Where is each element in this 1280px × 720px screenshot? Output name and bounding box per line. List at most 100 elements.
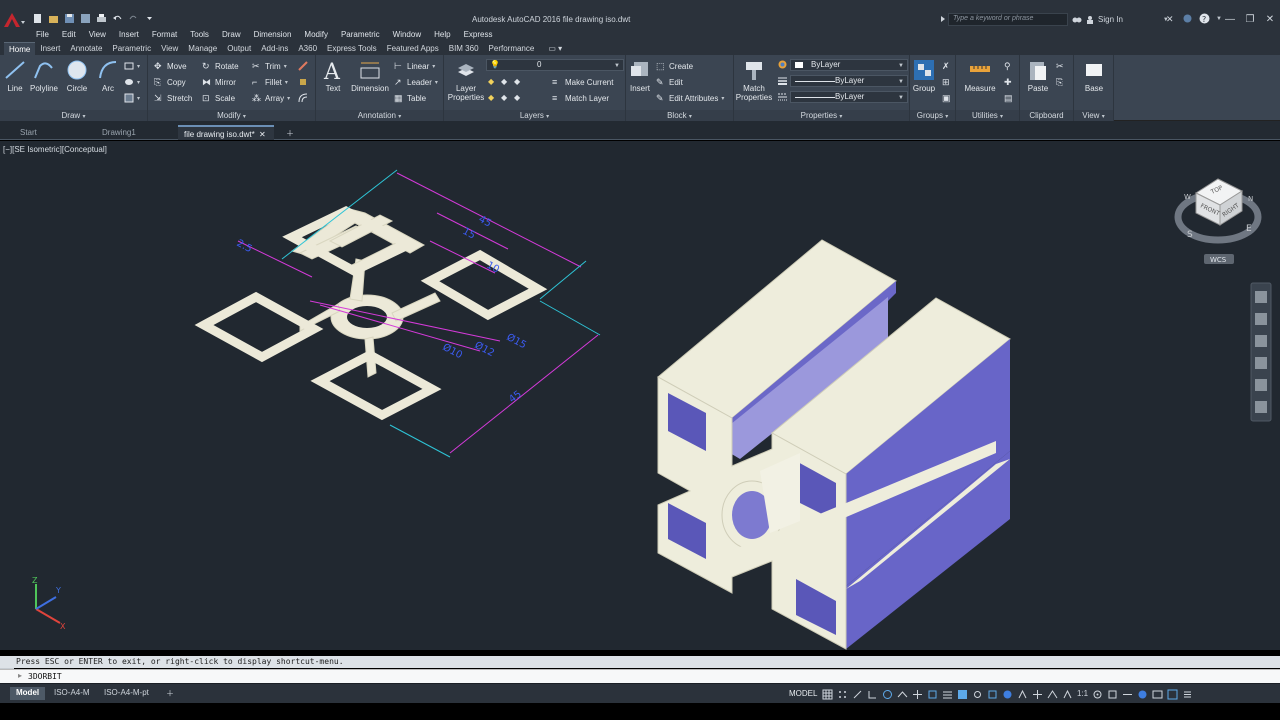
quick-select-icon[interactable]: ⚲ xyxy=(1004,59,1014,73)
color-dropdown[interactable]: ByLayer ▼ xyxy=(790,59,908,71)
ungroup-icon[interactable]: ✗ xyxy=(942,59,952,73)
annotation-panel-title[interactable]: Annotation ▾ xyxy=(316,110,443,121)
table-button[interactable]: ▦ Table xyxy=(394,91,426,105)
group-select-icon[interactable]: ▣ xyxy=(942,91,952,105)
compass-e[interactable]: E xyxy=(1246,224,1252,234)
erase-icon[interactable] xyxy=(298,59,308,73)
tab-output[interactable]: Output xyxy=(222,42,256,55)
view-panel-title[interactable]: View ▾ xyxy=(1074,110,1113,121)
menu-insert[interactable]: Insert xyxy=(119,29,139,42)
search-input[interactable]: Type a keyword or phrase xyxy=(948,13,1068,26)
help-icon[interactable]: ? xyxy=(1199,13,1210,24)
showmotion-icon[interactable] xyxy=(1255,379,1267,391)
autocad-logo-icon[interactable] xyxy=(3,12,25,28)
navbar-settings-icon[interactable] xyxy=(1255,401,1267,413)
explode-icon[interactable] xyxy=(298,75,308,89)
undo-icon[interactable] xyxy=(112,13,123,24)
tab-home[interactable]: Home xyxy=(4,42,36,55)
id-point-icon[interactable]: ✚ xyxy=(1004,75,1014,89)
clean-screen-icon[interactable] xyxy=(1167,689,1178,700)
tab-view[interactable]: View xyxy=(156,42,183,55)
annotation-autoscale-icon[interactable] xyxy=(1062,689,1073,700)
menu-tools[interactable]: Tools xyxy=(190,29,209,42)
menu-draw[interactable]: Draw xyxy=(222,29,241,42)
group-edit-icon[interactable]: ⊞ xyxy=(942,75,952,89)
exchange-apps-icon[interactable]: ✕ xyxy=(1165,13,1176,25)
zoom-icon[interactable] xyxy=(1255,335,1267,347)
base-view-button[interactable]: Base xyxy=(1074,58,1114,93)
gradient-icon[interactable]: ▾ xyxy=(124,91,140,105)
sign-in-button[interactable]: Sign In ▼ xyxy=(1086,15,1169,24)
object-snap-icon[interactable] xyxy=(927,689,938,700)
redo-icon[interactable] xyxy=(128,13,139,24)
insert-block-button[interactable]: Insert xyxy=(620,58,660,93)
modify-panel-title[interactable]: Modify ▾ xyxy=(148,110,315,121)
clipboard-panel-title[interactable]: Clipboard xyxy=(1020,110,1073,121)
tab-featured-apps[interactable]: Featured Apps xyxy=(382,42,444,55)
rotate-button[interactable]: ↻ Rotate xyxy=(202,59,239,73)
model-space-toggle[interactable]: MODEL xyxy=(789,689,817,698)
orbit-icon[interactable] xyxy=(1255,357,1267,369)
selection-cycling-icon[interactable] xyxy=(972,689,983,700)
move-button[interactable]: ✥ Move xyxy=(154,59,187,73)
new-icon[interactable] xyxy=(32,13,43,24)
annotation-visibility-icon[interactable] xyxy=(1047,689,1058,700)
tab-bim-360[interactable]: BIM 360 xyxy=(444,42,484,55)
paste-button[interactable]: Paste xyxy=(1018,58,1058,93)
minimize-icon[interactable]: — xyxy=(1220,13,1240,27)
isodraft-icon[interactable] xyxy=(897,689,908,700)
layout-tab-iso-a4-m[interactable]: ISO-A4-M xyxy=(48,687,96,700)
annotation-monitor-icon[interactable] xyxy=(1107,689,1118,700)
binoculars-icon[interactable] xyxy=(1072,14,1082,24)
ortho-icon[interactable] xyxy=(867,689,878,700)
layers-panel-title[interactable]: Layers ▾ xyxy=(444,110,625,121)
menu-edit[interactable]: Edit xyxy=(62,29,76,42)
calculator-icon[interactable]: ▤ xyxy=(1004,91,1014,105)
compass-w[interactable]: W xyxy=(1184,193,1191,201)
menu-format[interactable]: Format xyxy=(152,29,177,42)
drawing-viewport[interactable]: [−][SE Isometric][Conceptual] 45 15 10 2… xyxy=(0,141,1280,650)
tab-performance[interactable]: Performance xyxy=(484,42,540,55)
copy-button[interactable]: ⎘ Copy xyxy=(154,75,186,89)
dynamic-ucs-icon[interactable] xyxy=(1002,689,1013,700)
steeringwheel-icon[interactable] xyxy=(1255,291,1267,303)
fillet-button[interactable]: ⌐ Fillet ▾ xyxy=(252,75,288,89)
trim-button[interactable]: ✂ Trim ▾ xyxy=(252,59,287,73)
open-icon[interactable] xyxy=(48,13,59,24)
layout-tab-model[interactable]: Model xyxy=(10,687,46,700)
snap-icon[interactable] xyxy=(837,689,848,700)
create-block-button[interactable]: ⬚ Create xyxy=(656,59,693,73)
file-tab-start[interactable]: Start xyxy=(14,125,45,140)
ribbon-minimize-icon[interactable]: ▭ ▾ xyxy=(543,42,567,55)
restore-icon[interactable]: ❐ xyxy=(1240,13,1260,27)
compass-n[interactable]: N xyxy=(1248,195,1253,203)
save-as-icon[interactable] xyxy=(80,13,91,24)
leader-button[interactable]: ↗ Leader ▾ xyxy=(394,75,438,89)
layer-dropdown[interactable]: 💡 0 ▼ xyxy=(486,59,624,71)
viewcube[interactable]: TOP FRONT RIGHT S E W N WCS xyxy=(1174,178,1262,264)
edit-attributes-button[interactable]: ✎ Edit Attributes ▾ xyxy=(656,91,724,105)
command-input[interactable]: 3DORBIT xyxy=(28,672,62,681)
stretch-button[interactable]: ⇲ Stretch xyxy=(154,91,192,105)
arc-button[interactable]: Arc xyxy=(88,58,128,93)
tab-insert[interactable]: Insert xyxy=(35,42,65,55)
layout-tab-iso-a4-m-pt[interactable]: ISO-A4-M-pt xyxy=(98,687,155,700)
3d-osnap-icon[interactable] xyxy=(987,689,998,700)
gizmo-icon[interactable] xyxy=(1032,689,1043,700)
menu-parametric[interactable]: Parametric xyxy=(341,29,380,42)
close-icon[interactable]: ✕ xyxy=(1260,13,1280,27)
lineweight-toggle-icon[interactable] xyxy=(942,689,953,700)
annotation-scale-label[interactable]: 1:1 xyxy=(1077,689,1088,700)
infer-constraints-icon[interactable] xyxy=(852,689,863,700)
workspace-icon[interactable] xyxy=(1092,689,1103,700)
edit-block-button[interactable]: ✎ Edit xyxy=(656,75,683,89)
dimension-button[interactable]: Dimension xyxy=(348,58,392,93)
customization-menu-icon[interactable] xyxy=(1182,689,1193,700)
group-button[interactable]: Group xyxy=(904,58,944,93)
mirror-button[interactable]: ⧓ Mirror xyxy=(202,75,236,89)
object-snap-tracking-icon[interactable] xyxy=(912,689,923,700)
scale-button[interactable]: ⊡ Scale xyxy=(202,91,235,105)
linear-button[interactable]: ⊢ Linear ▾ xyxy=(394,59,435,73)
text-button[interactable]: A Text xyxy=(314,58,352,93)
layer-tools-row2-icon[interactable]: ◆ ◆ ◆ xyxy=(488,91,524,105)
